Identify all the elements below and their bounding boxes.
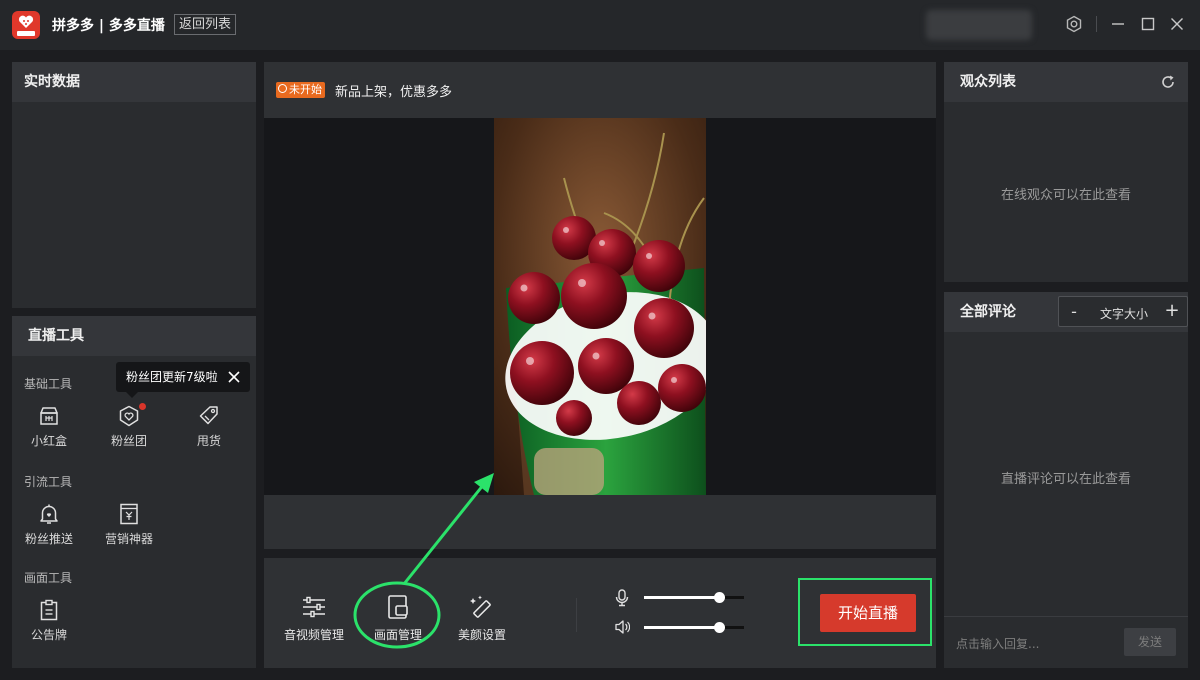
comments-placeholder: 直播评论可以在此查看 xyxy=(1000,472,1131,487)
close-tooltip-icon[interactable] xyxy=(228,371,240,383)
bell-icon xyxy=(40,504,58,524)
audience-title-text: 观众列表 xyxy=(960,74,1016,90)
live-notice-bar: 未开始 新品上架，优惠多多 xyxy=(264,62,936,118)
mic-volume-knob[interactable] xyxy=(714,592,725,603)
send-button[interactable]: 发送 xyxy=(1124,628,1176,656)
magic-wand-icon xyxy=(470,595,491,618)
tool-label: 小红盒 xyxy=(30,434,67,448)
font-size-decrease-button[interactable]: - xyxy=(1065,301,1083,323)
tag-icon xyxy=(199,406,218,425)
stage-bottom-bar xyxy=(264,495,936,549)
title-bar: 拼多多 | 多多直播 返回列表 xyxy=(0,0,1200,50)
tool-bulletin-board[interactable]: 公告牌 xyxy=(14,598,84,643)
clock-icon xyxy=(278,84,287,93)
tool-marketing[interactable]: 营销神器 xyxy=(94,502,164,547)
font-size-increase-button[interactable]: + xyxy=(1163,300,1181,322)
titlebar-divider xyxy=(1096,16,1097,32)
section-basic-tools: 基础工具 xyxy=(24,377,73,391)
reply-input[interactable] xyxy=(956,634,1116,654)
new-badge-dot xyxy=(139,403,146,410)
controls-divider xyxy=(576,598,577,632)
video-stage xyxy=(264,118,936,495)
back-to-list-button[interactable]: 返回列表 xyxy=(174,14,237,35)
beauty-settings-button[interactable]: 美颜设置 xyxy=(447,594,517,643)
box-icon xyxy=(40,407,58,425)
tool-label: 粉丝推送 xyxy=(24,532,73,546)
speaker-volume-fill xyxy=(644,626,720,629)
realtime-data-panel: 实时数据 xyxy=(12,62,256,308)
live-studio-window: 拼多多 | 多多直播 返回列表 实时数据 直播工具 基础工具 小红盒 粉丝团 甩… xyxy=(0,0,1200,680)
comments-panel: 全部评论 直播评论可以在此查看 xyxy=(944,292,1188,668)
sliders-icon xyxy=(303,596,325,618)
speaker-volume-knob[interactable] xyxy=(714,622,725,633)
audience-list-title: 观众列表 xyxy=(944,62,1188,102)
tooltip-text: 粉丝团更新7级啦 xyxy=(126,370,218,384)
font-size-control: - 文字大小 + xyxy=(1058,296,1188,327)
status-text: 未开始 xyxy=(289,83,322,96)
av-management-button[interactable]: 音视频管理 xyxy=(279,594,349,643)
minimize-icon[interactable] xyxy=(1109,15,1127,33)
control-label: 画面管理 xyxy=(373,628,422,642)
control-label: 美颜设置 xyxy=(457,628,506,642)
camera-preview-image xyxy=(494,118,706,495)
tool-label: 营销神器 xyxy=(104,532,153,546)
section-screen-tools: 画面工具 xyxy=(24,571,73,585)
broadcast-controls: 音视频管理 画面管理 美颜设置 开始直播 xyxy=(264,558,936,668)
font-size-label: 文字大小 xyxy=(1099,307,1148,321)
fan-club-icon xyxy=(119,405,139,427)
settings-icon[interactable] xyxy=(1065,15,1083,33)
app-logo xyxy=(12,11,40,39)
mic-volume-control xyxy=(614,589,749,607)
tool-red-box[interactable]: 小红盒 xyxy=(14,404,84,449)
tool-clearance[interactable]: 甩货 xyxy=(174,404,244,449)
clipboard-icon xyxy=(40,599,58,621)
live-tools-title: 直播工具 xyxy=(12,316,256,356)
marketing-icon xyxy=(120,503,138,525)
reply-bar: 发送 xyxy=(944,616,1188,668)
speaker-icon xyxy=(615,620,630,634)
screen-layout-icon xyxy=(388,595,408,619)
microphone-icon xyxy=(615,589,629,607)
start-live-button[interactable]: 开始直播 xyxy=(820,594,916,632)
audience-placeholder: 在线观众可以在此查看 xyxy=(1000,188,1131,203)
scene-management-button[interactable]: 画面管理 xyxy=(363,594,433,643)
realtime-data-title: 实时数据 xyxy=(12,62,256,102)
tool-label: 公告牌 xyxy=(30,628,67,642)
tool-label: 甩货 xyxy=(196,434,221,448)
tool-label: 粉丝团 xyxy=(110,434,147,448)
mic-volume-fill xyxy=(644,596,720,599)
control-label: 音视频管理 xyxy=(283,628,344,642)
audience-list-panel: 观众列表 在线观众可以在此查看 xyxy=(944,62,1188,282)
speaker-volume-control xyxy=(614,619,749,635)
maximize-icon[interactable] xyxy=(1139,15,1157,33)
live-title-text: 新品上架，优惠多多 xyxy=(335,85,453,100)
tool-fan-push[interactable]: 粉丝推送 xyxy=(14,502,84,547)
user-account-area[interactable] xyxy=(926,10,1032,40)
fan-club-update-tooltip: 粉丝团更新7级啦 xyxy=(116,362,250,398)
tool-fan-club[interactable]: 粉丝团 xyxy=(94,403,164,449)
section-traffic-tools: 引流工具 xyxy=(24,475,73,489)
status-badge: 未开始 xyxy=(276,82,325,98)
app-title: 拼多多 | 多多直播 xyxy=(52,18,165,34)
close-icon[interactable] xyxy=(1168,15,1186,33)
refresh-icon[interactable] xyxy=(1160,74,1176,90)
